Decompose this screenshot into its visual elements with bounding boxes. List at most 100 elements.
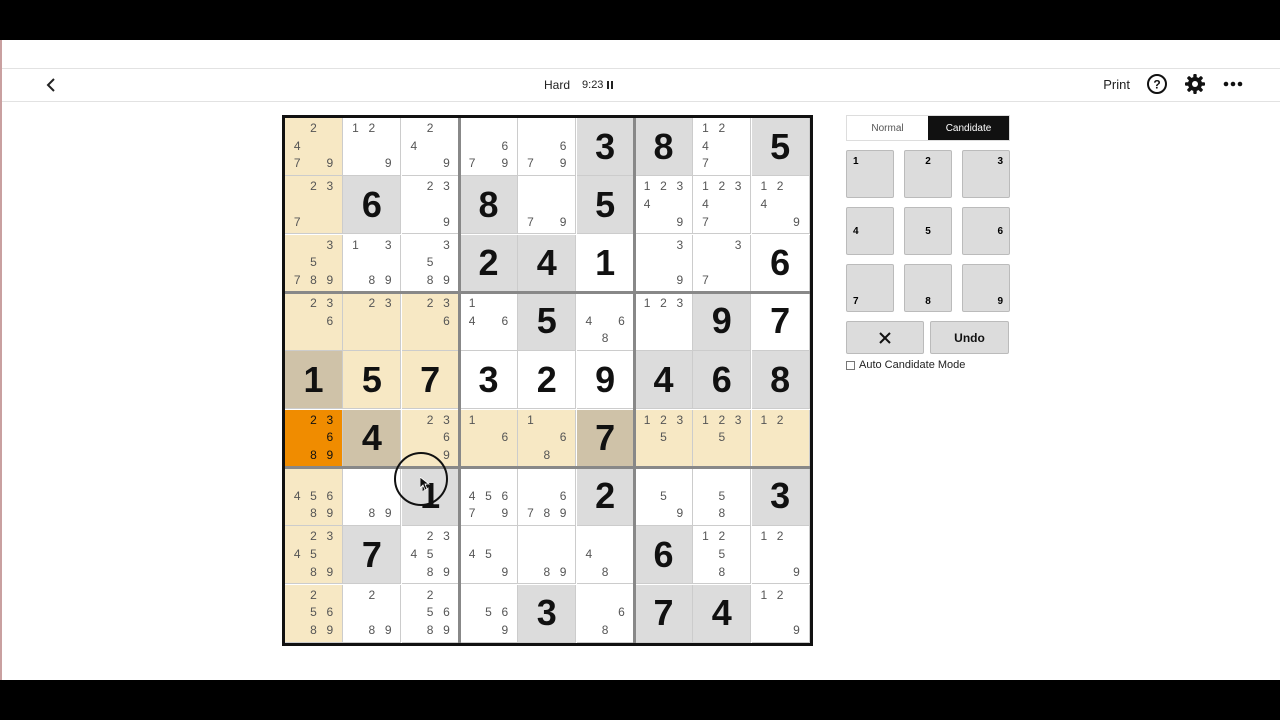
cell-r2c6[interactable]: 5 <box>576 176 635 235</box>
key-7[interactable]: 7 <box>846 264 894 312</box>
cell-r4c5[interactable]: 5 <box>518 292 577 351</box>
cell-r9c2[interactable]: 2 89 <box>343 584 402 643</box>
cell-r2c1[interactable]: 23 7 <box>285 176 343 235</box>
cell-r9c8[interactable]: 4 <box>693 584 752 643</box>
cell-r6c4[interactable]: 16 <box>459 409 518 468</box>
cell-r8c2[interactable]: 7 <box>343 526 402 585</box>
clear-button[interactable] <box>846 321 924 354</box>
candidate-mode-button[interactable]: Candidate <box>928 116 1009 140</box>
cell-r5c8[interactable]: 6 <box>693 351 752 410</box>
key-3[interactable]: 3 <box>962 150 1010 198</box>
key-9[interactable]: 9 <box>962 264 1010 312</box>
cell-r2c4[interactable]: 8 <box>459 176 518 235</box>
help-icon[interactable]: ? <box>1146 73 1168 95</box>
cell-r7c6[interactable]: 2 <box>576 467 635 526</box>
cell-r7c2[interactable]: 89 <box>343 467 402 526</box>
cell-r7c8[interactable]: 58 <box>693 467 752 526</box>
cell-r9c9[interactable]: 12 9 <box>751 584 810 643</box>
cell-r8c8[interactable]: 12 5 8 <box>693 526 752 585</box>
cell-r1c2[interactable]: 12 9 <box>343 118 402 176</box>
cell-r9c4[interactable]: 56 9 <box>459 584 518 643</box>
cell-r2c3[interactable]: 23 9 <box>401 176 460 235</box>
key-2[interactable]: 2 <box>904 150 952 198</box>
cell-r7c5[interactable]: 6 789 <box>518 467 577 526</box>
cell-r4c4[interactable]: 1 4 6 <box>459 292 518 351</box>
cell-r2c2[interactable]: 6 <box>343 176 402 235</box>
cell-r5c6[interactable]: 9 <box>576 351 635 410</box>
cell-r7c7[interactable]: 59 <box>634 467 693 526</box>
cell-r3c3[interactable]: 35 89 <box>401 234 460 293</box>
cell-r6c6[interactable]: 7 <box>576 409 635 468</box>
back-icon[interactable] <box>42 75 62 95</box>
cell-r1c6[interactable]: 3 <box>576 118 635 176</box>
cell-r3c7[interactable]: 39 <box>634 234 693 293</box>
cell-r7c1[interactable]: 45689 <box>285 467 343 526</box>
undo-button[interactable]: Undo <box>930 321 1009 354</box>
pause-icon[interactable] <box>607 81 614 89</box>
cell-r2c7[interactable]: 123 4 9 <box>634 176 693 235</box>
cell-r1c7[interactable]: 8 <box>634 118 693 176</box>
normal-mode-button[interactable]: Normal <box>847 116 928 140</box>
cell-r3c8[interactable]: 37 <box>693 234 752 293</box>
cell-r8c7[interactable]: 6 <box>634 526 693 585</box>
cell-r4c8[interactable]: 9 <box>693 292 752 351</box>
cell-r6c9[interactable]: 12 <box>751 409 810 468</box>
cell-r5c9[interactable]: 8 <box>751 351 810 410</box>
cell-r8c9[interactable]: 12 9 <box>751 526 810 585</box>
cell-r4c9[interactable]: 7 <box>751 292 810 351</box>
cell-r1c5[interactable]: 6 7 9 <box>518 118 577 176</box>
cell-r5c7[interactable]: 4 <box>634 351 693 410</box>
cell-r3c4[interactable]: 2 <box>459 234 518 293</box>
cell-r3c9[interactable]: 6 <box>751 234 810 293</box>
cell-r1c4[interactable]: 6 7 9 <box>459 118 518 176</box>
cell-r9c7[interactable]: 7 <box>634 584 693 643</box>
cell-r6c1[interactable]: 23 689 <box>285 409 343 468</box>
cell-r6c2[interactable]: 4 <box>343 409 402 468</box>
more-icon[interactable] <box>1222 73 1244 95</box>
cell-r9c6[interactable]: 68 <box>576 584 635 643</box>
cell-r6c7[interactable]: 1235 <box>634 409 693 468</box>
cell-r4c2[interactable]: 23 <box>343 292 402 351</box>
cell-r6c8[interactable]: 1235 <box>693 409 752 468</box>
key-1[interactable]: 1 <box>846 150 894 198</box>
cell-r2c8[interactable]: 123 4 7 <box>693 176 752 235</box>
cell-r3c6[interactable]: 1 <box>576 234 635 293</box>
cell-r5c2[interactable]: 5 <box>343 351 402 410</box>
key-5[interactable]: 5 <box>904 207 952 255</box>
cell-r9c1[interactable]: 2 5689 <box>285 584 343 643</box>
cell-r7c3[interactable]: 1 <box>401 467 460 526</box>
cell-r3c5[interactable]: 4 <box>518 234 577 293</box>
cell-r9c5[interactable]: 3 <box>518 584 577 643</box>
cell-r4c6[interactable]: 4 68 <box>576 292 635 351</box>
key-8[interactable]: 8 <box>904 264 952 312</box>
cell-r3c2[interactable]: 1 3 89 <box>343 234 402 293</box>
cell-r8c5[interactable]: 89 <box>518 526 577 585</box>
key-6[interactable]: 6 <box>962 207 1010 255</box>
cell-r8c3[interactable]: 23 45 89 <box>401 526 460 585</box>
cell-r8c4[interactable]: 459 <box>459 526 518 585</box>
cell-r4c7[interactable]: 123 <box>634 292 693 351</box>
cell-r5c3[interactable]: 7 <box>401 351 460 410</box>
cell-r7c9[interactable]: 3 <box>751 467 810 526</box>
cell-r5c4[interactable]: 3 <box>459 351 518 410</box>
auto-candidate-checkbox[interactable] <box>846 360 855 370</box>
cell-r6c5[interactable]: 1 68 <box>518 409 577 468</box>
gear-icon[interactable] <box>1184 73 1206 95</box>
cell-r2c9[interactable]: 124 9 <box>751 176 810 235</box>
cell-r2c5[interactable]: 79 <box>518 176 577 235</box>
cell-r4c1[interactable]: 23 6 <box>285 292 343 351</box>
cell-r9c3[interactable]: 2 5689 <box>401 584 460 643</box>
cell-r8c6[interactable]: 48 <box>576 526 635 585</box>
cell-r7c4[interactable]: 456 7 9 <box>459 467 518 526</box>
print-button[interactable]: Print <box>1103 77 1130 92</box>
cell-r1c8[interactable]: 124 7 <box>693 118 752 176</box>
cell-r3c1[interactable]: 35789 <box>285 234 343 293</box>
cell-r1c9[interactable]: 5 <box>751 118 810 176</box>
cell-r1c3[interactable]: 24 9 <box>401 118 460 176</box>
cell-r1c1[interactable]: 24 7 9 <box>285 118 343 176</box>
cell-r6c3[interactable]: 23 6 9 <box>401 409 460 468</box>
cell-r5c1[interactable]: 1 <box>285 351 343 410</box>
cell-r4c3[interactable]: 23 6 <box>401 292 460 351</box>
cell-r8c1[interactable]: 23 45 89 <box>285 526 343 585</box>
key-4[interactable]: 4 <box>846 207 894 255</box>
